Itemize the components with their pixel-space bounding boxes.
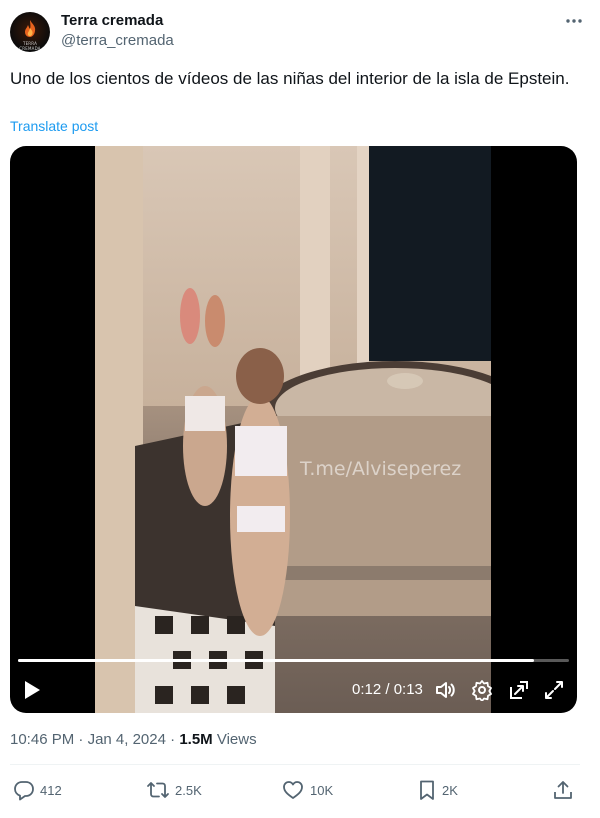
post-meta: 10:46 PM · Jan 4, 2024 · 1.5M Views [10, 731, 257, 748]
display-name[interactable]: Terra cremada [61, 12, 163, 29]
video-player[interactable]: T.me/Alviseperez 0:12 / 0:13 [10, 146, 577, 713]
share-button[interactable] [552, 778, 576, 804]
flame-icon [25, 20, 36, 37]
translate-post-link[interactable]: Translate post [10, 118, 98, 134]
like-count: 10K [310, 783, 334, 798]
heart-icon [283, 781, 303, 799]
minimize-icon[interactable] [508, 679, 530, 701]
share-icon [554, 781, 572, 799]
reply-count: 412 [40, 783, 62, 798]
more-options-icon[interactable] [564, 14, 584, 28]
repost-count: 2.5K [175, 783, 202, 798]
repost-icon [147, 782, 169, 798]
avatar-caption: TERRA CREMADA [19, 41, 41, 51]
play-icon[interactable] [22, 679, 42, 701]
meta-separator: · [170, 731, 180, 748]
user-handle[interactable]: @terra_cremada [61, 32, 174, 49]
repost-button[interactable]: 2.5K [146, 778, 210, 804]
meta-separator: · [78, 731, 88, 748]
views-count: 1.5M [179, 731, 213, 748]
reply-icon [14, 781, 34, 801]
divider [10, 764, 580, 765]
settings-gear-icon[interactable] [471, 679, 493, 701]
post-text: Uno de los cientos de vídeos de las niña… [10, 69, 570, 88]
views-label: Views [216, 731, 257, 748]
volume-icon[interactable] [434, 679, 456, 701]
video-frame[interactable]: T.me/Alviseperez [95, 146, 491, 713]
bookmark-button[interactable]: 2K [416, 778, 472, 804]
post-time[interactable]: 10:46 PM [10, 731, 74, 748]
bookmark-icon [420, 780, 434, 800]
reply-button[interactable]: 412 [13, 778, 73, 804]
fullscreen-icon[interactable] [543, 679, 565, 701]
bookmark-count: 2K [442, 783, 458, 798]
like-button[interactable]: 10K [282, 778, 344, 804]
video-progress-bar[interactable] [18, 659, 569, 662]
video-progress-fill [18, 659, 535, 662]
avatar[interactable]: TERRA CREMADA [10, 12, 50, 52]
video-scene [95, 146, 491, 713]
post-header: TERRA CREMADA Terra cremada @terra_crema… [10, 10, 590, 54]
post-date[interactable]: Jan 4, 2024 [88, 731, 166, 748]
action-bar: 412 2.5K 10K 2K [10, 778, 580, 804]
video-watermark: T.me/Alviseperez [300, 458, 462, 480]
video-time: 0:12 / 0:13 [352, 681, 423, 698]
video-controls: 0:12 / 0:13 [10, 671, 577, 711]
